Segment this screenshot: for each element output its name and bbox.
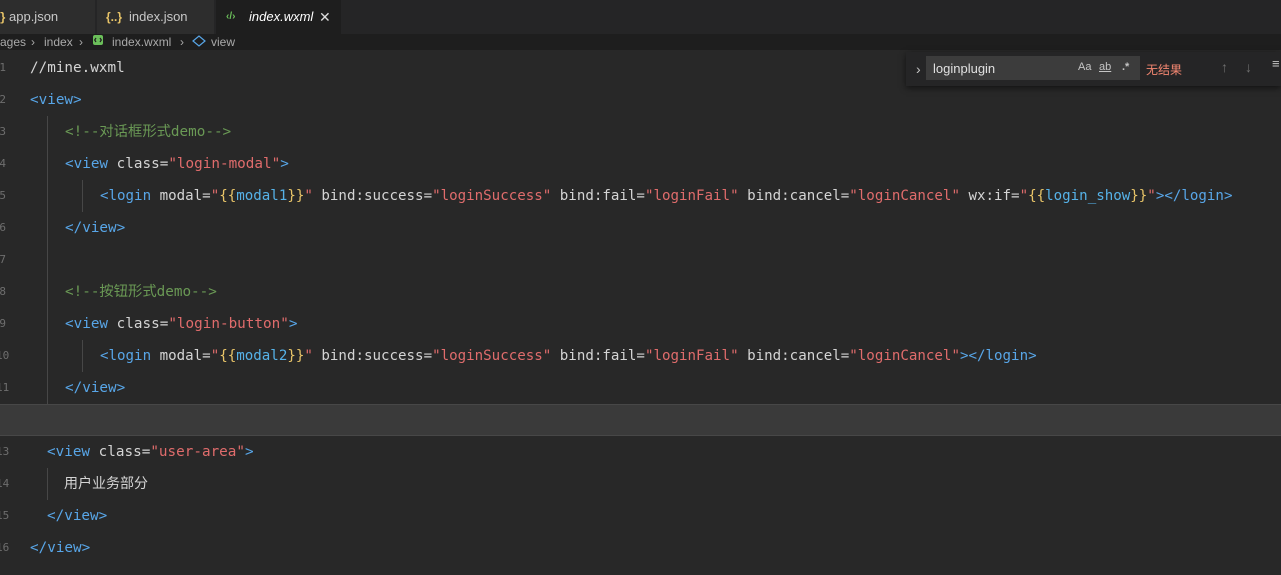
- find-in-selection-icon[interactable]: ≡: [1272, 56, 1280, 71]
- breadcrumb-item-pages[interactable]: ages: [0, 34, 26, 50]
- editor-tab-bar: {} app.json {..} index.json ‹/› index.wx…: [0, 0, 1281, 34]
- tab-label: app.json: [9, 9, 59, 24]
- chevron-right-icon: ›: [180, 35, 184, 49]
- find-result-text: 无结果: [1146, 63, 1183, 77]
- toggle-replace-chevron-icon[interactable]: ›: [916, 61, 921, 77]
- code-line: </view>: [0, 532, 1281, 564]
- tab-label: index.wxml: [249, 9, 314, 24]
- whole-word-icon[interactable]: ab: [1099, 61, 1111, 73]
- wxml-file-icon: [92, 34, 104, 50]
- comment-text: <!--对话框形式demo-->: [65, 124, 232, 140]
- code-text: <view class="login-modal">: [65, 156, 289, 172]
- code-text: <login modal="{{modal1}}" bind:success="…: [100, 188, 1233, 204]
- code-text: <login modal="{{modal2}}" bind:success="…: [100, 348, 1037, 364]
- previous-match-icon[interactable]: ↑: [1221, 59, 1228, 75]
- comment-text: //mine.wxml: [30, 60, 125, 76]
- code-text: <view class="login-button">: [65, 316, 298, 332]
- code-line: <!--对话框形式demo-->: [0, 116, 1281, 148]
- code-line: <login modal="{{modal2}}" bind:success="…: [0, 340, 1281, 372]
- breadcrumb: ages › index › index.wxml › view: [0, 34, 1281, 50]
- regex-icon[interactable]: .*: [1122, 61, 1129, 73]
- code-line: <!--按钮形式demo-->: [0, 276, 1281, 308]
- find-widget: › Aa ab .* 无结果 ↑ ↓ ≡: [906, 52, 1281, 86]
- code-text: </view>: [65, 380, 126, 396]
- code-editor[interactable]: 1 2 3 4 5 6 7 8 9 10 11 12 13 14 15 16 /…: [0, 50, 1281, 575]
- next-match-icon[interactable]: ↓: [1245, 59, 1252, 75]
- code-text: </view>: [65, 220, 126, 236]
- code-line: </view>: [0, 372, 1281, 404]
- plain-text: 用户业务部分: [64, 476, 148, 492]
- code-line: <login modal="{{modal1}}" bind:success="…: [0, 180, 1281, 212]
- code-text: <view class="user-area">: [47, 444, 254, 460]
- breadcrumb-item-symbol[interactable]: view: [211, 34, 235, 50]
- code-text: </view>: [47, 508, 108, 524]
- json-file-icon: {}: [0, 10, 6, 24]
- find-input-box: Aa ab .*: [926, 56, 1140, 80]
- code-text: </view>: [30, 540, 91, 556]
- breadcrumb-item-file[interactable]: index.wxml: [112, 34, 171, 50]
- chevron-right-icon: ›: [79, 35, 83, 49]
- close-icon[interactable]: ✕: [319, 0, 331, 34]
- tab-app-json[interactable]: {} app.json: [0, 0, 96, 34]
- code-line: </view>: [0, 212, 1281, 244]
- match-case-icon[interactable]: Aa: [1078, 61, 1091, 73]
- chevron-right-icon: ›: [31, 35, 35, 49]
- tab-index-wxml[interactable]: ‹/› index.wxml ✕: [216, 0, 342, 34]
- code-line: 用户业务部分: [0, 468, 1281, 500]
- wxml-file-icon: ‹/›: [226, 11, 236, 22]
- code-line: </view>: [0, 500, 1281, 532]
- current-line-highlight: [0, 404, 1281, 436]
- json-file-icon: {..}: [106, 10, 123, 24]
- find-input[interactable]: [930, 58, 1076, 78]
- code-line: <view class="user-area">: [0, 436, 1281, 468]
- code-text: <view>: [30, 92, 82, 108]
- code-line: <view>: [0, 84, 1281, 116]
- code-line: <view class="login-modal">: [0, 148, 1281, 180]
- symbol-icon: [192, 35, 206, 51]
- code-line: <view class="login-button">: [0, 308, 1281, 340]
- tab-index-json[interactable]: {..} index.json: [97, 0, 215, 34]
- comment-text: <!--按钮形式demo-->: [65, 284, 217, 300]
- tab-label: index.json: [129, 9, 188, 24]
- breadcrumb-item-index[interactable]: index: [44, 34, 73, 50]
